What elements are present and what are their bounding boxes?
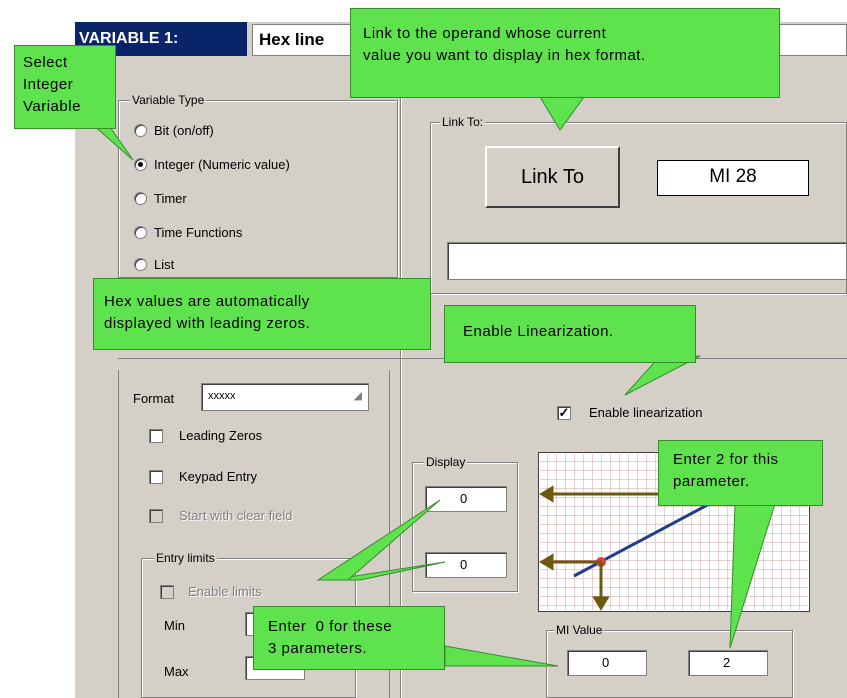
callout-select-integer: Select Integer Variable bbox=[14, 45, 116, 129]
callout-enter-0: Enter 0 for these 3 parameters. bbox=[253, 606, 445, 670]
callout-hex-values: Hex values are automatically displayed w… bbox=[93, 278, 431, 350]
callout-link-operand: Link to the operand whose current value … bbox=[350, 8, 780, 98]
callout-enter-2: Enter 2 for this parameter. bbox=[658, 440, 823, 506]
callout-enable-linear: Enable Linearization. bbox=[444, 305, 696, 363]
